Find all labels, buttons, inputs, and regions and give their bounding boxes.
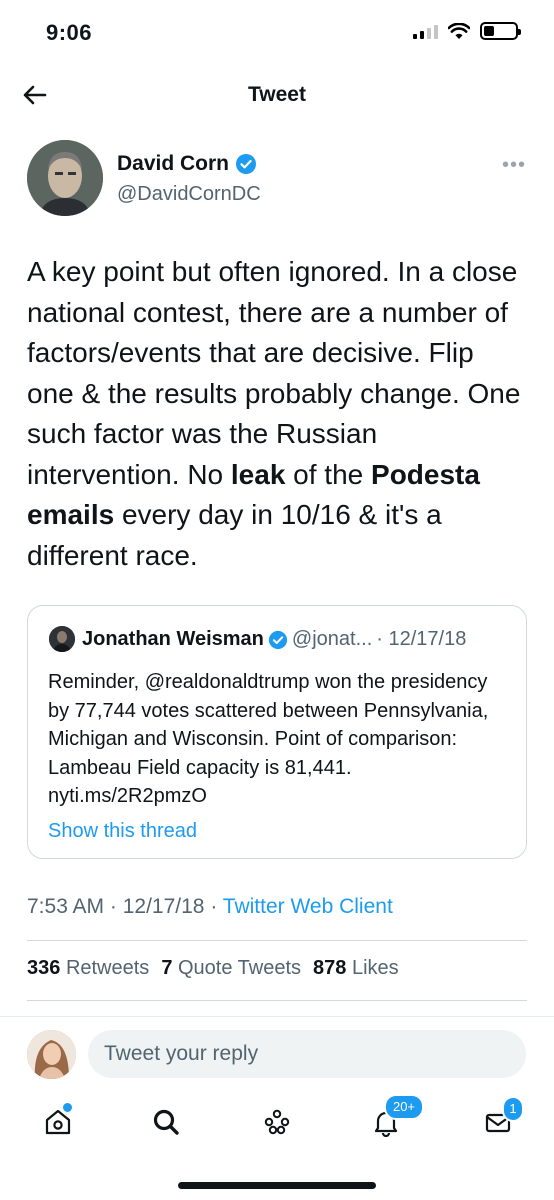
- author-name-text: David Corn: [117, 152, 230, 175]
- likes-count: 878: [313, 957, 347, 979]
- page-title: Tweet: [248, 83, 306, 106]
- tweet-time: 7:53 AM: [27, 895, 105, 918]
- spaces-icon: [264, 1109, 290, 1135]
- verified-badge-icon: [236, 154, 257, 174]
- reply-input[interactable]: Tweet your reply: [88, 1030, 526, 1078]
- tab-spaces[interactable]: [255, 1100, 299, 1144]
- tweet-text-part: A key point but often ignored. In a clos…: [27, 256, 521, 490]
- tweet-date: 12/17/18: [122, 895, 205, 918]
- home-new-dot: [61, 1101, 74, 1114]
- quoted-tweet-header: Jonathan Weisman @jonat... · 12/17/18: [82, 628, 466, 651]
- tab-home[interactable]: [36, 1100, 80, 1144]
- quoted-tweet-card[interactable]: Jonathan Weisman @jonat... · 12/17/18 Re…: [27, 605, 527, 859]
- quote-tweets-stat[interactable]: 7 Quote Tweets: [161, 957, 301, 980]
- verified-badge-icon: [268, 630, 287, 649]
- show-thread-link[interactable]: Show this thread: [48, 820, 197, 843]
- divider: [27, 1000, 527, 1001]
- battery-icon: [480, 22, 521, 40]
- tweet-text-bold-leak: leak: [230, 458, 286, 490]
- tab-messages[interactable]: 1: [476, 1096, 524, 1144]
- retweets-label: Retweets: [65, 957, 150, 979]
- search-icon: [153, 1109, 179, 1135]
- tweet-text-part: of the: [285, 458, 372, 490]
- quoted-author-avatar: [49, 626, 75, 652]
- likes-stat[interactable]: 878 Likes: [313, 957, 399, 980]
- cellular-signal-icon: [413, 23, 438, 39]
- quoted-author-name: Jonathan Weisman: [82, 628, 264, 650]
- tab-search[interactable]: [144, 1100, 188, 1144]
- tab-notifications[interactable]: 20+: [364, 1094, 424, 1144]
- author-avatar[interactable]: [27, 140, 103, 216]
- tweet-source-link[interactable]: Twitter Web Client: [223, 895, 393, 918]
- quote-tweets-count: 7: [161, 957, 173, 979]
- more-options-icon[interactable]: •••: [502, 154, 526, 177]
- author-handle[interactable]: @DavidCornDC: [117, 183, 261, 206]
- retweets-count: 336: [27, 957, 61, 979]
- retweets-stat[interactable]: 336 Retweets: [27, 957, 149, 980]
- tweet-meta: 7:53 AM · 12/17/18 · Twitter Web Client: [27, 895, 393, 918]
- divider: [27, 940, 527, 941]
- avatar-portrait-icon: [49, 626, 75, 652]
- quoted-author-handle: @jonat...: [291, 628, 373, 650]
- likes-label: Likes: [351, 957, 399, 979]
- status-time: 9:06: [46, 20, 93, 45]
- messages-badge: 1: [502, 1096, 524, 1122]
- current-user-avatar[interactable]: [27, 1030, 76, 1079]
- notifications-badge: 20+: [384, 1094, 424, 1120]
- quoted-tweet-date: · 12/17/18: [376, 628, 467, 650]
- home-indicator: [178, 1182, 376, 1189]
- tweet-stats: 336 Retweets 7 Quote Tweets 878 Likes: [27, 957, 399, 980]
- avatar-portrait-icon: [27, 140, 103, 216]
- tweet-text: A key point but often ignored. In a clos…: [27, 252, 527, 576]
- avatar-portrait-icon: [27, 1030, 76, 1079]
- author-name[interactable]: David Corn: [117, 152, 257, 176]
- quoted-tweet-text: Reminder, @realdonaldtrump won the presi…: [48, 671, 489, 807]
- status-icons: [413, 22, 521, 40]
- wifi-icon: [448, 22, 470, 39]
- quote-tweets-label: Quote Tweets: [178, 957, 302, 979]
